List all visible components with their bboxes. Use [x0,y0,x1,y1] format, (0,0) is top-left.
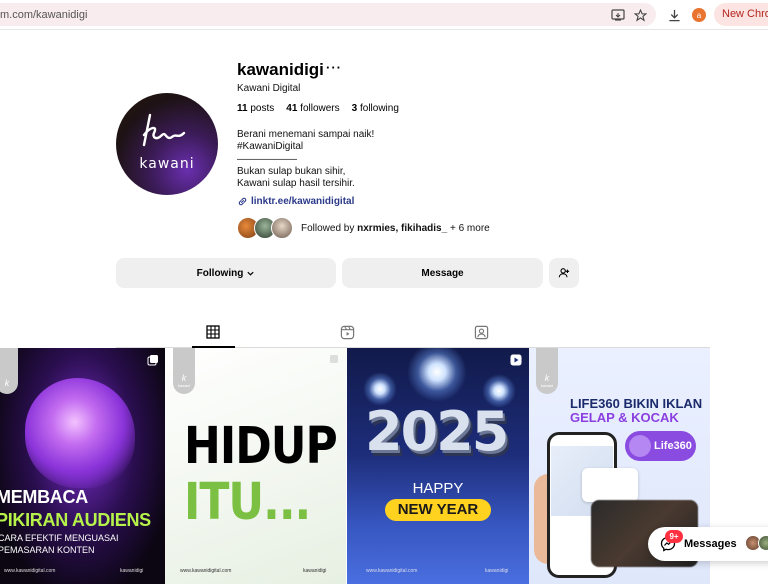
kawani-tag-icon: k kawani [173,348,195,394]
bio-line: Kawani sulap hasil tersihir. [237,178,355,190]
following-button[interactable]: Following [116,258,336,288]
post-footer: www.kawanidigital.com [366,568,418,574]
followed-by-avatars[interactable] [237,217,297,239]
cast-icon[interactable] [610,7,626,23]
followers-stat[interactable]: 41 followers [286,103,339,114]
profile-bio: Berani menemani sampai naik! #KawaniDigi… [237,129,374,190]
profile-full-name: Kawani Digital [237,83,301,94]
posts-stat: 11 posts [237,103,275,114]
download-icon[interactable] [666,7,682,23]
browser-profile-avatar[interactable]: a [692,8,706,22]
firework-decoration [407,348,467,402]
avatar-wordmark: kawani [139,156,195,172]
following-stat[interactable]: 3 following [352,103,399,114]
url-text[interactable]: m.com/kawanidigi [0,9,87,21]
post-footer: kawanidigi [120,568,144,574]
link-icon [238,197,247,206]
reels-icon [340,325,354,339]
tab-reels[interactable] [338,323,356,341]
bio-line: #KawaniDigital [237,141,304,153]
star-icon[interactable] [632,7,648,23]
post-title: MEMBACA [0,487,88,507]
life360-badge: Life360 [625,431,696,461]
message-button[interactable]: Message [342,258,543,288]
grid-icon [206,325,220,339]
messages-label[interactable]: Messages [684,538,737,550]
tagged-icon [474,325,488,339]
new-chrome-button[interactable]: New Chrom [714,3,768,26]
kawani-logo-icon [142,113,186,147]
post-title: GELAP & KOCAK [570,410,679,425]
address-bar[interactable]: m.com/kawanidigi [0,3,656,26]
post-footer: kawanidigi [485,568,509,574]
profile-username: kawanidigi [237,60,324,79]
profile-avatar[interactable]: kawani [116,93,218,195]
reel-icon [510,354,522,366]
add-user-icon [558,268,570,278]
bio-line: Berani menemani sampai naik! [237,129,375,140]
followed-by-text[interactable]: Followed by nxrmies, fikihadis_ + 6 more [301,223,490,234]
profile-stats: 11 posts 41 followers 3 following [237,103,399,114]
post-year: 2025 [365,400,509,463]
avatar [758,535,768,551]
tab-posts[interactable] [204,323,222,341]
post-title: PIKIRAN AUDIENS [0,510,151,530]
bio-line: Bukan sulap bukan sihir, [237,165,346,177]
profile-link[interactable]: linktr.ee/kawanidigital [237,196,354,207]
post-title: HIDUP [184,417,338,476]
profile-link-text[interactable]: linktr.ee/kawanidigital [251,196,354,207]
kawani-tag-icon: k [0,348,18,394]
messages-badge: 9+ [665,530,683,543]
post-subtitle: CARA EFEKTIF MENGUASAI [0,533,119,543]
tab-tagged[interactable] [472,323,490,341]
carousel-icon [147,355,158,366]
post-title: HAPPY [412,480,464,497]
fingerprint-icon [629,435,651,457]
more-options-button[interactable]: ··· [326,60,342,75]
carousel-icon [330,355,338,363]
notification-card [582,468,638,502]
post-footer: kawanidigi [303,568,327,574]
browser-toolbar: m.com/kawanidigi a New Chrom [0,0,768,30]
bio-line: —————— [237,153,297,165]
avatar [271,217,293,239]
suggested-users-button[interactable] [549,258,579,288]
brain-illustration [25,378,135,488]
post-title: LIFE360 BIKIN IKLAN [570,396,703,411]
post-footer: www.kawanidigital.com [4,568,56,574]
kawani-tag-icon: k kawani [536,348,558,394]
chevron-down-icon [247,271,254,276]
post-tile[interactable] [347,348,529,584]
post-title: NEW YEAR [385,499,491,521]
post-footer: www.kawanidigital.com [180,568,232,574]
post-subtitle: PEMASARAN KONTEN [0,545,95,555]
post-title: ITU... [184,473,311,532]
